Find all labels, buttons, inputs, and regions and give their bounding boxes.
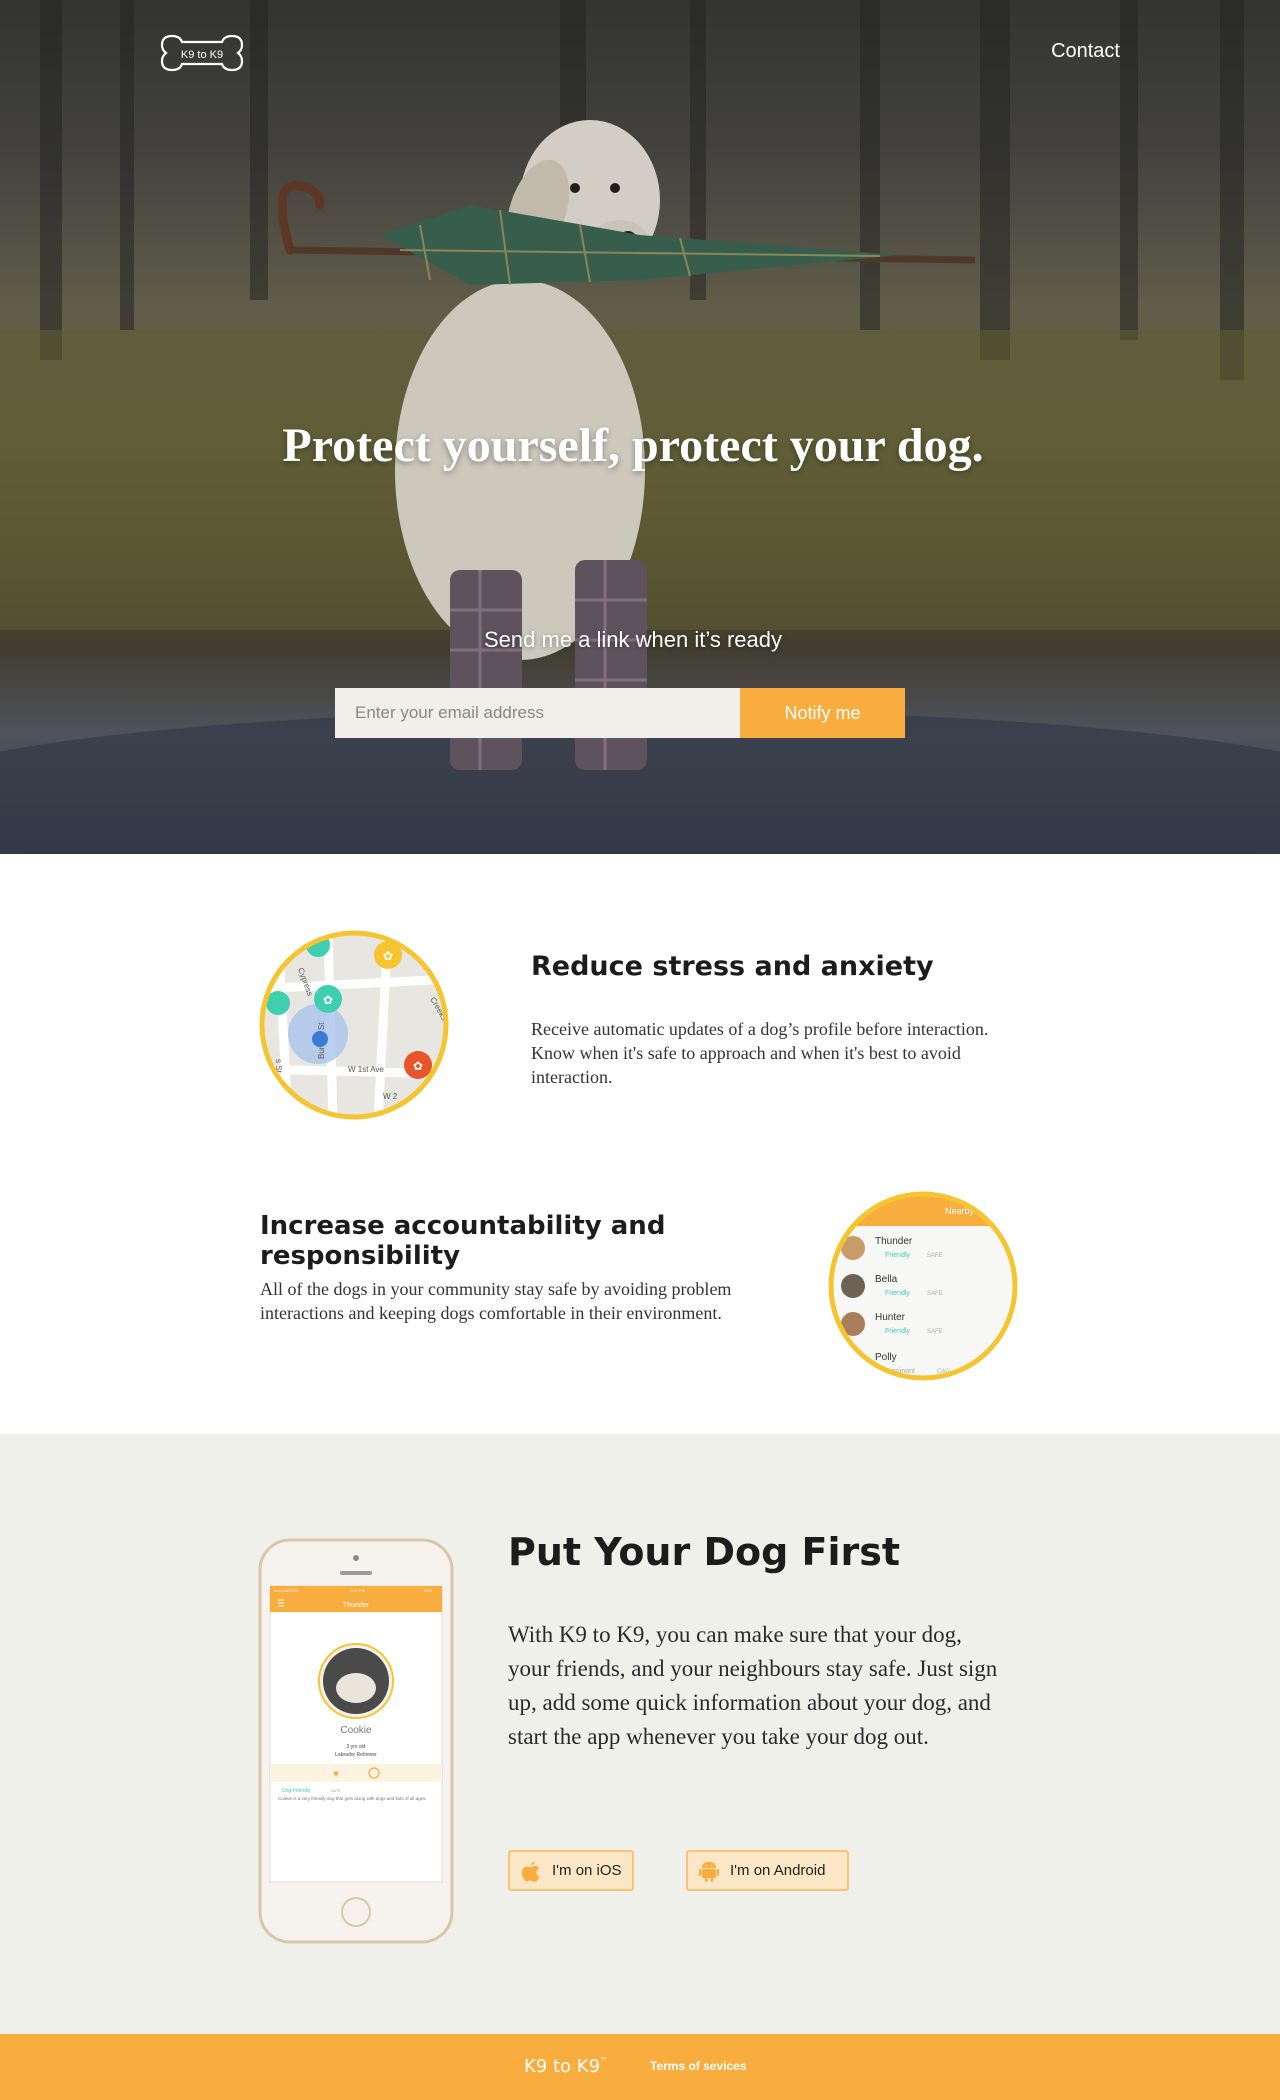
- svg-text:Friendly: Friendly: [885, 1252, 910, 1259]
- footer-brand: K9 to K9™: [524, 2056, 609, 2077]
- svg-text:Thunder: Thunder: [343, 1602, 370, 1609]
- nearby-list-preview-image: Nearby Thunder Friendly SAFE Bella Frien…: [828, 1191, 1018, 1381]
- ios-button[interactable]: I'm on iOS: [508, 1850, 634, 1891]
- feature-text-reduce-stress: Receive automatic updates of a dog’s pro…: [531, 1019, 989, 1087]
- svg-text:Friendly: Friendly: [885, 1328, 910, 1335]
- feature-text-accountability: All of the dogs in your community stay s…: [260, 1279, 732, 1323]
- phone-mockup-image: ••••• LAROSA 4:21 PM 22% Thunder Cookie …: [258, 1538, 454, 1944]
- svg-text:Bella: Bella: [875, 1274, 898, 1285]
- svg-text:Thunder: Thunder: [875, 1236, 913, 1247]
- hero-subtitle: Send me a link when it’s ready: [484, 627, 782, 652]
- svg-text:SAFE: SAFE: [927, 1291, 943, 1297]
- svg-text:W 1st Ave: W 1st Ave: [348, 1065, 384, 1074]
- svg-text:W 2: W 2: [383, 1092, 398, 1101]
- svg-text:Labrador Retriever: Labrador Retriever: [335, 1752, 377, 1758]
- contact-link[interactable]: Contact: [1040, 40, 1120, 63]
- ios-button-label: I'm on iOS: [552, 1862, 622, 1879]
- feature-title-accountability: Increase accountability and responsibili…: [260, 1211, 666, 1271]
- svg-text:Polly: Polly: [875, 1352, 897, 1363]
- k9-logo[interactable]: K9 to K9: [158, 30, 246, 76]
- app-section-text: With K9 to K9, you can make sure that yo…: [508, 1622, 998, 1749]
- android-icon: [698, 1859, 720, 1883]
- feature-title-reduce-stress: Reduce stress and anxiety: [531, 951, 934, 982]
- svg-text:✿: ✿: [383, 949, 393, 963]
- notify-signup-form: Notify me: [335, 688, 905, 738]
- android-button-label: I'm on Android: [730, 1862, 826, 1879]
- svg-text:3 yrs old: 3 yrs old: [347, 1744, 366, 1750]
- svg-text:✿: ✿: [323, 993, 333, 1007]
- svg-text:Hunter: Hunter: [875, 1312, 906, 1323]
- notify-me-button[interactable]: Notify me: [740, 688, 905, 738]
- svg-text:SAFE: SAFE: [330, 1788, 341, 1793]
- hero-section: K9 to K9 Contact Protect yourself, prote…: [0, 0, 1280, 854]
- terms-of-services-link[interactable]: Terms of sevices: [650, 2059, 747, 2073]
- svg-text:22%: 22%: [424, 1588, 432, 1593]
- hero-title: Protect yourself, protect your dog.: [282, 419, 984, 472]
- svg-text:♥: ♥: [333, 1769, 339, 1780]
- svg-text:SAFE: SAFE: [927, 1329, 943, 1335]
- email-input[interactable]: [335, 688, 740, 738]
- svg-text:Friendly: Friendly: [885, 1290, 910, 1297]
- app-section-title: Put Your Dog First: [508, 1530, 901, 1574]
- svg-text:SAFE: SAFE: [927, 1253, 943, 1259]
- apple-icon: [520, 1859, 542, 1883]
- svg-text:Cookie: Cookie: [340, 1725, 372, 1736]
- svg-text:4:21 PM: 4:21 PM: [350, 1588, 365, 1593]
- svg-text:✿: ✿: [413, 1059, 423, 1073]
- android-button[interactable]: I'm on Android: [686, 1850, 849, 1891]
- svg-text:Dog-Friendly: Dog-Friendly: [282, 1788, 311, 1794]
- svg-text:••••• LAROSA: ••••• LAROSA: [274, 1588, 299, 1593]
- svg-text:K9 to K9: K9 to K9: [181, 49, 223, 61]
- map-preview-image: Burrard St W 1st Ave W 2 Cypress Creeksi…: [259, 930, 449, 1120]
- footer: K9 to K9™ Terms of sevices: [0, 2034, 1280, 2100]
